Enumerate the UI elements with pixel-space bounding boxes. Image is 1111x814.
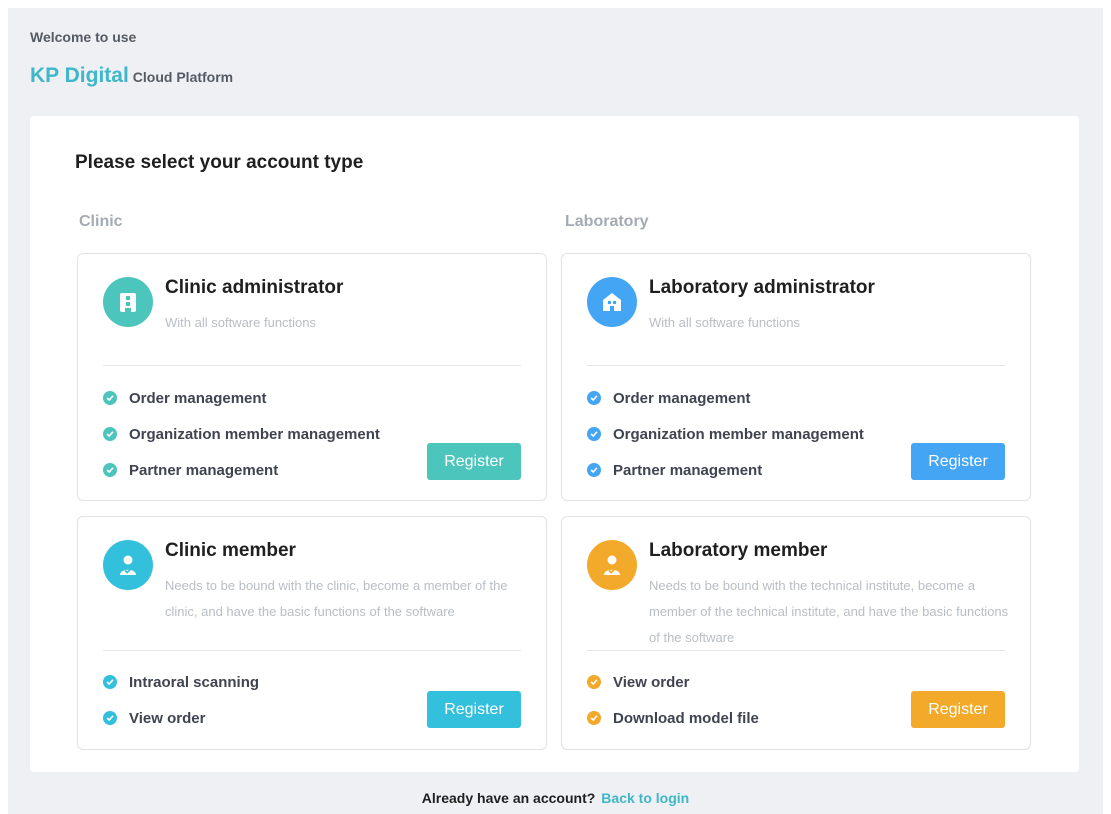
feature-list: View order Download model file	[587, 664, 759, 736]
feature-item: Download model file	[587, 700, 759, 736]
check-circle-icon	[103, 427, 117, 441]
feature-item: Organization member management	[587, 416, 864, 452]
card-clinic-administrator: Clinic administrator With all software f…	[77, 253, 547, 501]
card-divider	[103, 650, 521, 651]
user-check-icon	[103, 540, 153, 590]
account-type-panel: Please select your account type Clinic L…	[30, 116, 1079, 772]
feature-item: Partner management	[587, 452, 864, 488]
card-description: Needs to be bound with the technical ins…	[649, 578, 1009, 645]
card-title: Laboratory member	[649, 540, 828, 561]
login-prompt: Already have an account? Back to login	[8, 790, 1103, 806]
check-circle-icon	[587, 711, 601, 725]
registration-page: Welcome to use KP Digital Cloud Platform …	[8, 8, 1103, 814]
brand-title: KP Digital Cloud Platform	[30, 64, 233, 88]
login-prompt-text: Already have an account?	[421, 790, 596, 806]
card-laboratory-administrator: Laboratory administrator With all softwa…	[561, 253, 1031, 501]
clinic-column-label: Clinic	[79, 213, 123, 230]
register-laboratory-administrator-button[interactable]: Register	[911, 443, 1005, 480]
card-description: With all software functions	[165, 315, 317, 330]
card-description: Needs to be bound with the clinic, becom…	[165, 578, 508, 619]
card-title: Laboratory administrator	[649, 277, 875, 298]
feature-item: Order management	[587, 380, 864, 416]
card-divider	[587, 650, 1005, 651]
register-clinic-administrator-button[interactable]: Register	[427, 443, 521, 480]
laboratory-column-label: Laboratory	[565, 213, 649, 230]
brand-name: KP Digital	[30, 64, 129, 87]
card-description: With all software functions	[649, 315, 801, 330]
check-circle-icon	[103, 711, 117, 725]
feature-item: Organization member management	[103, 416, 380, 452]
feature-list: Order management Organization member man…	[587, 380, 864, 488]
building-icon	[103, 277, 153, 327]
register-clinic-member-button[interactable]: Register	[427, 691, 521, 728]
feature-list: Order management Organization member man…	[103, 380, 380, 488]
card-title: Clinic administrator	[165, 277, 344, 298]
check-circle-icon	[587, 391, 601, 405]
check-circle-icon	[587, 427, 601, 441]
user-check-icon	[587, 540, 637, 590]
feature-item: Order management	[103, 380, 380, 416]
card-laboratory-member: Laboratory member Needs to be bound with…	[561, 516, 1031, 750]
check-circle-icon	[587, 463, 601, 477]
brand-subtitle: Cloud Platform	[132, 69, 234, 85]
check-circle-icon	[103, 675, 117, 689]
check-circle-icon	[103, 463, 117, 477]
feature-list: Intraoral scanning View order	[103, 664, 259, 736]
feature-item: View order	[587, 664, 759, 700]
feature-item: View order	[103, 700, 259, 736]
card-title: Clinic member	[165, 540, 296, 561]
card-divider	[103, 365, 521, 366]
welcome-text: Welcome to use	[30, 29, 137, 45]
check-circle-icon	[587, 675, 601, 689]
back-to-login-link[interactable]: Back to login	[601, 790, 689, 806]
card-clinic-member: Clinic member Needs to be bound with the…	[77, 516, 547, 750]
feature-item: Intraoral scanning	[103, 664, 259, 700]
register-laboratory-member-button[interactable]: Register	[911, 691, 1005, 728]
feature-item: Partner management	[103, 452, 380, 488]
card-divider	[587, 365, 1005, 366]
page-title: Please select your account type	[75, 152, 364, 173]
house-icon	[587, 277, 637, 327]
check-circle-icon	[103, 391, 117, 405]
